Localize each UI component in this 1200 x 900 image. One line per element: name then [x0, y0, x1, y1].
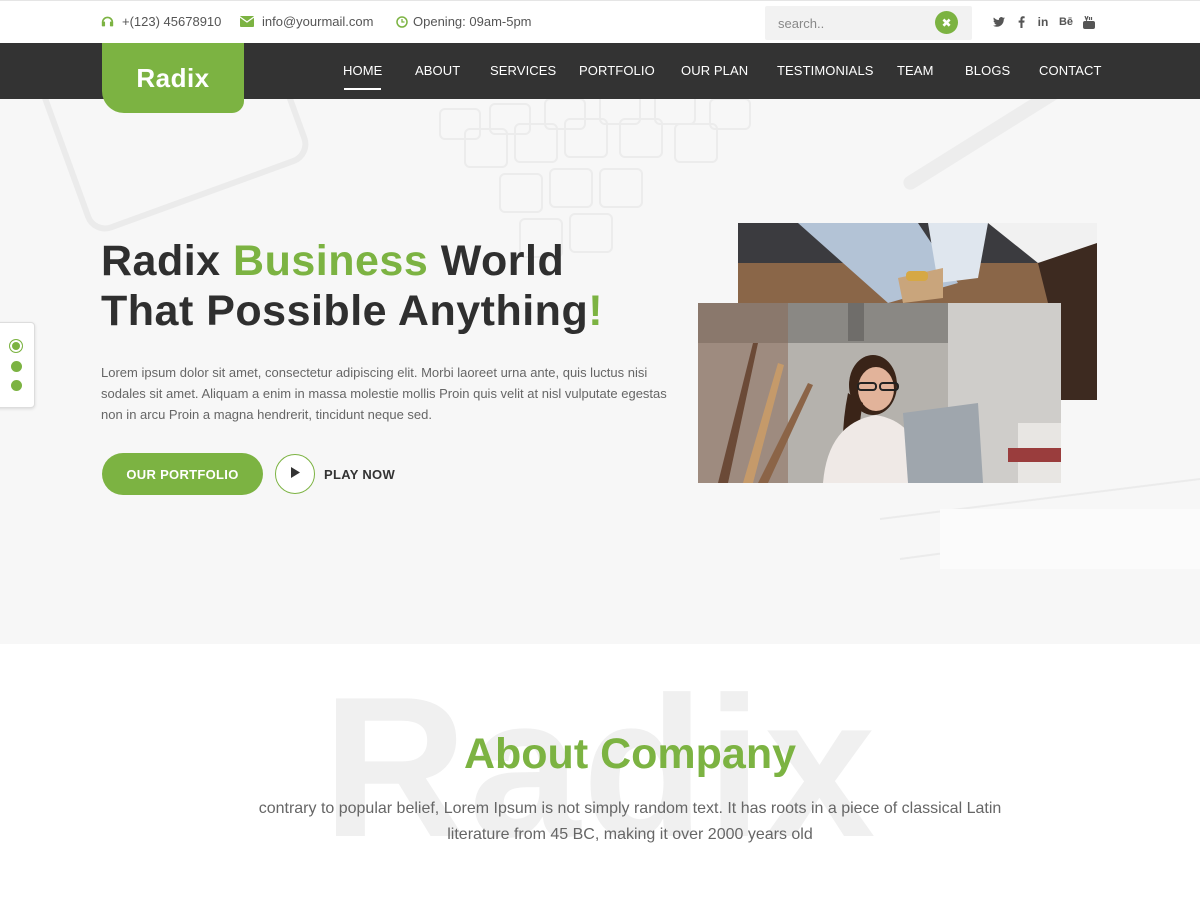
- about-title: About Company: [463, 730, 797, 778]
- woman-laptop-illustration: [698, 303, 1061, 483]
- nav-testimonials[interactable]: TESTIMONIALS: [777, 63, 874, 78]
- about-description: contrary to popular belief, Lorem Ipsum …: [258, 800, 1002, 843]
- opening-hours: Opening: 09am-5pm: [396, 14, 532, 29]
- nav-services[interactable]: SERVICES: [490, 63, 556, 78]
- youtube-icon[interactable]: [1082, 15, 1096, 29]
- slider-pagination: [0, 322, 35, 408]
- search-clear-button[interactable]: ✖: [935, 11, 958, 34]
- our-portfolio-button[interactable]: OUR PORTFOLIO: [102, 453, 263, 495]
- opening-text: Opening: 09am-5pm: [413, 14, 532, 29]
- nav-blogs[interactable]: BLOGS: [965, 63, 1010, 78]
- play-icon: [290, 467, 300, 481]
- slide-dot-1[interactable]: [9, 339, 23, 353]
- email-text[interactable]: info@yourmail.com: [262, 14, 373, 29]
- search-input[interactable]: [765, 6, 935, 40]
- phone-text[interactable]: +(123) 45678910: [122, 14, 221, 29]
- hero-photo-woman-laptop: [698, 303, 1061, 483]
- social-links: in Bē: [992, 15, 1096, 29]
- envelope-icon: [240, 16, 254, 27]
- linkedin-icon[interactable]: in: [1036, 15, 1050, 29]
- nav-our-plan[interactable]: OUR PLAN: [681, 63, 748, 78]
- hero-description: Lorem ipsum dolor sit amet, consectetur …: [101, 365, 667, 422]
- play-now-label[interactable]: PLAY NOW: [324, 467, 395, 482]
- slide-dot-3[interactable]: [11, 380, 22, 391]
- close-icon: ✖: [941, 15, 952, 30]
- phone-contact: +(123) 45678910: [101, 14, 221, 29]
- hero-title-highlight: Business: [233, 237, 429, 285]
- top-bar: +(123) 45678910 info@yourmail.com Openin…: [0, 0, 1200, 43]
- logo-text: Radix: [136, 62, 210, 93]
- hero-title-word: That Possible Anything: [101, 287, 589, 335]
- twitter-icon[interactable]: [992, 15, 1006, 29]
- hero-title-line-2: That Possible Anything!: [101, 287, 603, 336]
- clock-icon: [396, 15, 408, 28]
- site-logo[interactable]: Radix: [102, 43, 244, 113]
- headset-icon: [101, 15, 114, 28]
- hero-title-word: World: [428, 237, 565, 285]
- nav-contact[interactable]: CONTACT: [1039, 63, 1102, 78]
- facebook-icon[interactable]: [1014, 15, 1028, 29]
- nav-about[interactable]: ABOUT: [415, 63, 460, 78]
- nav-active-indicator: [344, 88, 381, 90]
- slide-dot-2[interactable]: [11, 361, 22, 372]
- nav-portfolio[interactable]: PORTFOLIO: [579, 63, 655, 78]
- hero-title-line-1: Radix Business World: [101, 237, 564, 286]
- play-button[interactable]: [275, 454, 315, 494]
- nav-team[interactable]: TEAM: [897, 63, 934, 78]
- email-contact: info@yourmail.com: [240, 14, 373, 29]
- hero-title-exclamation: !: [588, 287, 604, 335]
- hero-title-word: Radix: [101, 237, 234, 285]
- behance-icon[interactable]: Bē: [1058, 15, 1074, 29]
- nav-home[interactable]: HOME: [343, 63, 382, 78]
